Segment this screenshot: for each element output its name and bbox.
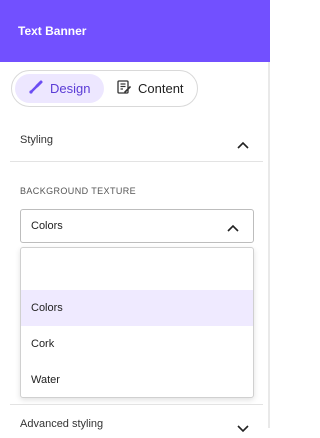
brush-icon xyxy=(28,79,50,98)
option-empty[interactable] xyxy=(21,254,253,290)
section-divider xyxy=(10,161,263,162)
background-texture-select[interactable]: Colors xyxy=(20,209,254,243)
panel-header: Text Banner xyxy=(0,0,270,62)
advanced-styling-label: Advanced styling xyxy=(20,418,104,430)
tab-design[interactable]: Design xyxy=(15,74,104,103)
chevron-up-icon[interactable] xyxy=(237,136,249,149)
tab-design-label: Design xyxy=(50,81,91,96)
background-texture-label: BACKGROUND TEXTURE xyxy=(20,186,137,196)
tab-content-label: Content xyxy=(138,81,184,96)
option-water[interactable]: Water xyxy=(21,362,253,397)
styling-section-label: Styling xyxy=(20,134,54,146)
option-cork[interactable]: Cork xyxy=(21,326,253,362)
chevron-up-icon xyxy=(227,223,239,232)
document-edit-icon xyxy=(116,79,138,98)
chevron-down-icon[interactable] xyxy=(237,420,249,433)
texture-dropdown-menu: Colors Cork Water xyxy=(20,247,254,398)
panel-title: Text Banner xyxy=(18,24,87,38)
panel-edge xyxy=(268,62,270,428)
tab-content[interactable]: Content xyxy=(104,74,184,103)
section-divider xyxy=(10,404,263,405)
option-colors[interactable]: Colors xyxy=(21,290,253,326)
select-value: Colors xyxy=(31,220,63,232)
tab-switcher: Design Content xyxy=(11,70,198,107)
